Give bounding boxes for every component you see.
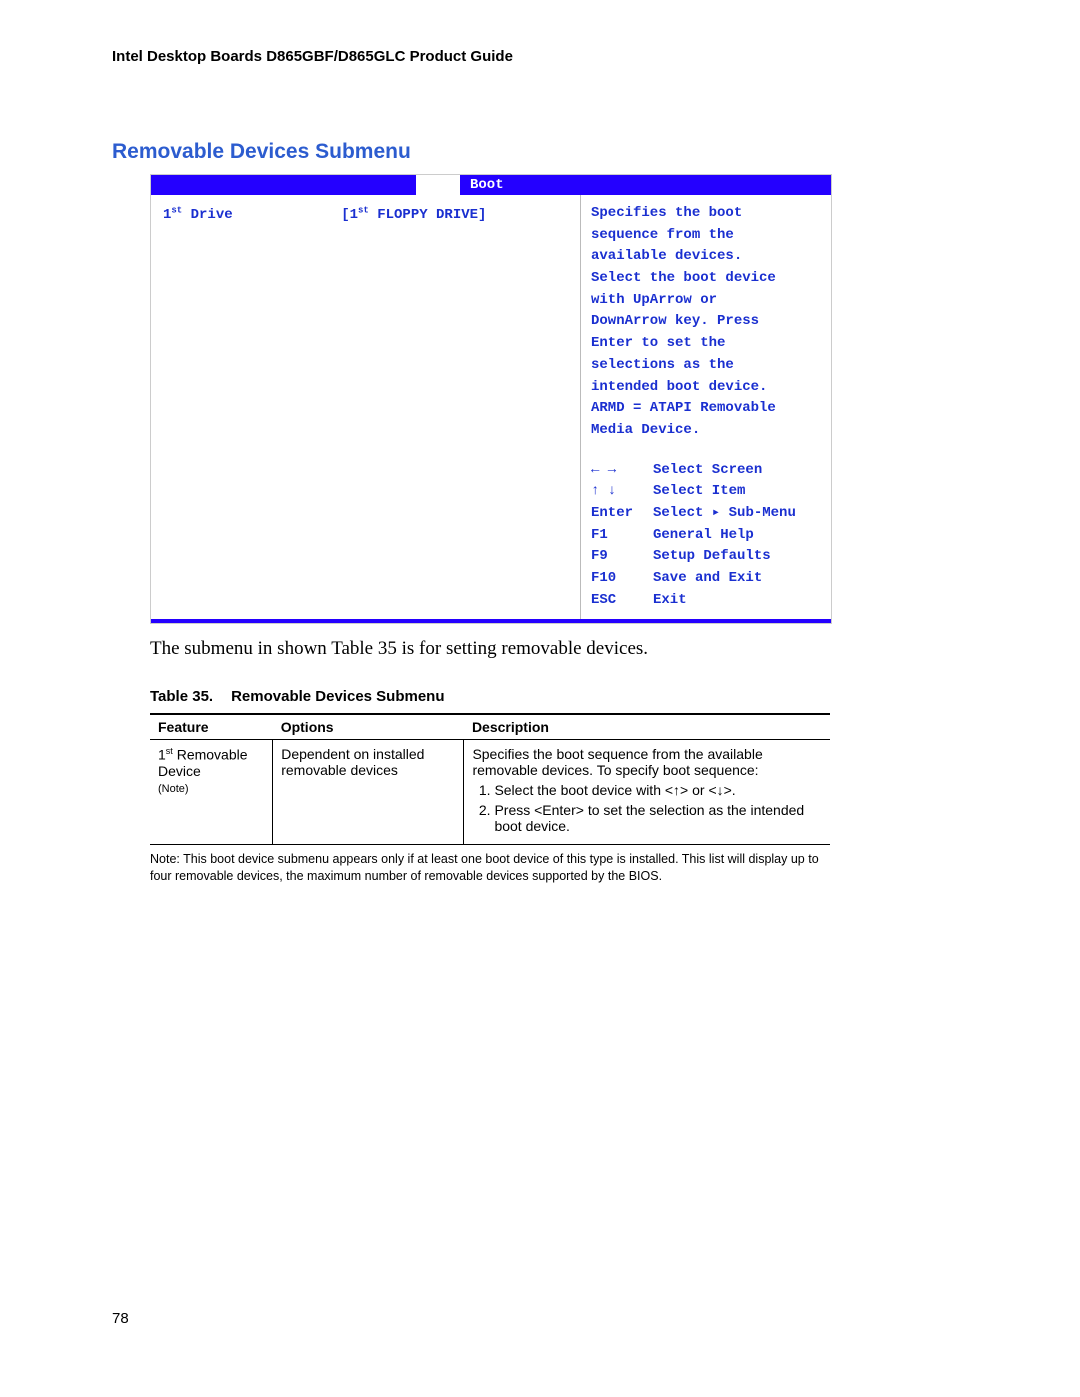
nav-desc: Setup Defaults <box>653 546 771 568</box>
bios-footer-bar <box>151 619 831 623</box>
col-options: Options <box>273 714 464 740</box>
help-line: Media Device. <box>591 420 821 442</box>
bios-screen: Boot 1st Drive [1st FLOPPY DRIVE] Specif… <box>150 174 832 624</box>
bios-main-pane: 1st Drive [1st FLOPPY DRIVE] <box>151 195 580 619</box>
page-number: 78 <box>112 1310 129 1327</box>
help-line: DownArrow key. Press <box>591 311 821 333</box>
nav-key: ↑ ↓ <box>591 481 653 503</box>
nav-desc: General Help <box>653 525 754 547</box>
table-footnote: Note: This boot device submenu appears o… <box>150 851 830 885</box>
help-line: available devices. <box>591 246 821 268</box>
feature-note: (Note) <box>158 783 189 795</box>
nav-key: ESC <box>591 590 653 612</box>
nav-key: Enter <box>591 503 653 525</box>
bios-tab-bar: Boot <box>151 175 831 195</box>
bios-tab-spacer <box>151 175 416 195</box>
table-caption: Table 35.Removable Devices Submenu <box>150 688 1005 705</box>
spec-table: Feature Options Description 1st Removabl… <box>150 713 830 845</box>
bios-tab-boot: Boot <box>460 175 514 195</box>
nav-key: F1 <box>591 525 653 547</box>
table-row: 1st Removable Device (Note) Dependent on… <box>150 740 830 845</box>
option-label: 1st Drive <box>163 207 233 223</box>
help-line: selections as the <box>591 355 821 377</box>
bios-help-pane: Specifies the boot sequence from the ava… <box>580 195 831 619</box>
step: Press <Enter> to set the selection as th… <box>494 802 822 834</box>
bios-option-row: 1st Drive [1st FLOPPY DRIVE] <box>163 203 568 226</box>
steps-list: Select the boot device with <↑> or <↓>. … <box>472 782 822 834</box>
help-line: ARMD = ATAPI Removable <box>591 398 821 420</box>
help-line: with UpArrow or <box>591 290 821 312</box>
nav-key: F9 <box>591 546 653 568</box>
help-line: Select the boot device <box>591 268 821 290</box>
nav-key: ← → <box>591 460 653 482</box>
desc-lead: Specifies the boot sequence from the ava… <box>472 746 762 778</box>
nav-desc: Exit <box>653 590 687 612</box>
table-header-row: Feature Options Description <box>150 714 830 740</box>
step: Select the boot device with <↑> or <↓>. <box>494 782 822 798</box>
cell-feature: 1st Removable Device (Note) <box>150 740 273 845</box>
cell-description: Specifies the boot sequence from the ava… <box>464 740 830 845</box>
section-title: Removable Devices Submenu <box>112 140 1005 164</box>
bios-tab-gap <box>416 175 460 195</box>
paragraph: The submenu in shown Table 35 is for set… <box>150 638 1005 660</box>
bios-tab-spacer <box>514 175 831 195</box>
nav-desc: Select Screen <box>653 460 762 482</box>
option-value: [1st FLOPPY DRIVE] <box>341 207 486 223</box>
help-line: Specifies the boot <box>591 203 821 225</box>
help-line: intended boot device. <box>591 377 821 399</box>
nav-desc: Select ▸ Sub-Menu <box>653 503 796 525</box>
help-line: Enter to set the <box>591 333 821 355</box>
bios-nav-help: ← →Select Screen ↑ ↓Select Item EnterSel… <box>591 460 821 612</box>
nav-desc: Save and Exit <box>653 568 762 590</box>
col-description: Description <box>464 714 830 740</box>
nav-desc: Select Item <box>653 481 745 503</box>
document-header: Intel Desktop Boards D865GBF/D865GLC Pro… <box>112 48 1005 65</box>
col-feature: Feature <box>150 714 273 740</box>
help-line: sequence from the <box>591 225 821 247</box>
cell-options: Dependent on installed removable devices <box>273 740 464 845</box>
nav-key: F10 <box>591 568 653 590</box>
